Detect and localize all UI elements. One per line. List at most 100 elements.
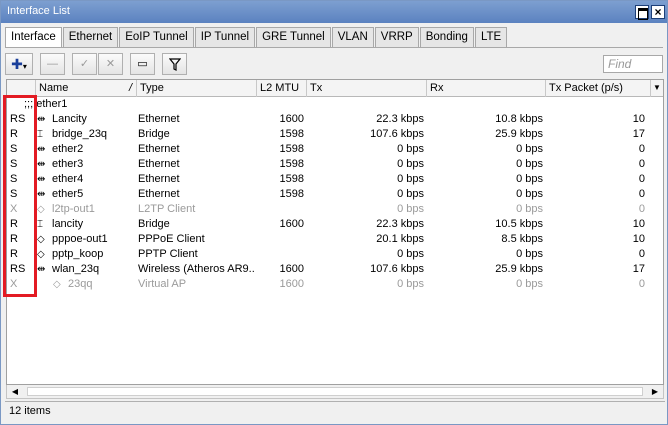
- row-rx: 0 bps: [516, 248, 543, 260]
- interface-icon: ◇: [37, 234, 45, 245]
- row-type: Virtual AP: [138, 278, 187, 290]
- column-header-l2mtu[interactable]: L2 MTU: [257, 80, 307, 97]
- row-l2mtu: [258, 232, 304, 247]
- enable-button[interactable]: ✓: [72, 53, 97, 75]
- filter-icon: [168, 58, 181, 71]
- tab-bonding[interactable]: Bonding: [419, 27, 474, 47]
- tab-lte[interactable]: LTE: [474, 27, 508, 47]
- flags-column-highlight: [3, 95, 37, 297]
- tab-gre-tunnel[interactable]: GRE Tunnel: [256, 27, 331, 47]
- close-icon[interactable]: ×: [651, 5, 665, 19]
- plus-icon: ✚: [11, 56, 23, 72]
- interface-icon: ⌶: [37, 219, 43, 230]
- row-l2mtu: 1598: [279, 188, 304, 200]
- row-tx-packet: 0: [638, 143, 645, 155]
- row-tx: 20.1 kbps: [376, 233, 424, 245]
- row-l2mtu: 1598: [279, 158, 304, 170]
- row-tx: 0 bps: [397, 203, 424, 215]
- row-name-label: pppoe-out1: [52, 233, 108, 245]
- interface-icon: ⇹: [37, 144, 46, 155]
- row-name-label: ether4: [52, 173, 84, 185]
- scroll-left-icon[interactable]: ◀: [9, 386, 21, 398]
- column-name-label: Name: [39, 82, 69, 94]
- row-l2mtu: 1600: [279, 113, 304, 125]
- interface-icon: ◇: [53, 279, 61, 290]
- interface-icon: ⇹: [37, 159, 46, 170]
- table-row[interactable]: S ⇹ ether5 Ethernet 1598 0 bps 0 bps 0: [7, 187, 663, 202]
- tab-eoip-tunnel[interactable]: EoIP Tunnel: [119, 27, 194, 47]
- row-tx: 107.6 kbps: [370, 128, 424, 140]
- window-title: Interface List: [7, 5, 70, 17]
- column-header-type[interactable]: Type: [137, 80, 257, 97]
- table-row[interactable]: RS ⇹ Lancity Ethernet 1600 22.3 kbps 10.8 kbps…: [7, 112, 663, 127]
- row-tx: 107.6 kbps: [370, 263, 424, 275]
- row-tx: 0 bps: [397, 278, 424, 290]
- row-rx: 0 bps: [516, 203, 543, 215]
- table-row[interactable]: R ⌶ bridge_23q Bridge 1598 107.6 kbps 25.9 kbp…: [7, 127, 663, 142]
- table-row[interactable]: S ⇹ ether4 Ethernet 1598 0 bps 0 bps 0: [7, 172, 663, 187]
- row-name: ⇹ ether4: [37, 172, 137, 187]
- row-rx: 0 bps: [516, 173, 543, 185]
- row-tx-packet: 0: [638, 248, 645, 260]
- row-name: ⇹ ether2: [37, 142, 137, 157]
- row-name-label: l2tp-out1: [52, 203, 95, 215]
- add-button[interactable]: ✚▾: [5, 53, 33, 75]
- row-rx: 25.9 kbps: [495, 128, 543, 140]
- column-header-tx[interactable]: Tx: [307, 80, 427, 97]
- tab-bar: Interface Ethernet EoIP Tunnel IP Tunnel GRE…: [5, 27, 508, 48]
- table-row[interactable]: X ◇ l2tp-out1 L2TP Client 0 bps 0 bps 0: [7, 202, 663, 217]
- comment-button[interactable]: ▭: [130, 53, 155, 75]
- row-tx: 22.3 kbps: [376, 113, 424, 125]
- row-tx: 0 bps: [397, 173, 424, 185]
- row-type: Ethernet: [138, 113, 180, 125]
- filter-button[interactable]: [162, 53, 187, 75]
- tab-ethernet[interactable]: Ethernet: [62, 27, 119, 47]
- table-row[interactable]: R ⌶ lancity Bridge 1600 22.3 kbps 10.5 kbps 10: [7, 217, 663, 232]
- row-name: ⇹ wlan_23q: [37, 262, 137, 277]
- tab-interface[interactable]: Interface: [5, 27, 62, 48]
- tab-vlan[interactable]: VLAN: [331, 27, 374, 47]
- row-tx-packet: 17: [632, 263, 645, 275]
- column-header-tx-packet[interactable]: Tx Packet (p/s): [546, 80, 651, 97]
- scroll-right-icon[interactable]: ▶: [649, 386, 661, 398]
- horizontal-scrollbar[interactable]: ◀ ▶: [6, 385, 664, 399]
- cross-icon: ✕: [105, 58, 116, 70]
- row-name-label: ether5: [52, 188, 84, 200]
- tab-vrrp[interactable]: VRRP: [374, 27, 419, 47]
- interface-icon: ⇹: [37, 114, 46, 125]
- row-name: ◇ 23qq: [37, 277, 137, 292]
- row-type: Ethernet: [138, 158, 180, 170]
- table-row[interactable]: RS ⇹ wlan_23q Wireless (Atheros AR9... 1600 1…: [7, 262, 663, 277]
- interface-icon: ⇹: [37, 264, 46, 275]
- row-rx: 0 bps: [516, 143, 543, 155]
- row-name-label: Lancity: [52, 113, 87, 125]
- table-row[interactable]: S ⇹ ether2 Ethernet 1598 0 bps 0 bps 0: [7, 142, 663, 157]
- row-name-label: 23qq: [68, 278, 93, 290]
- row-tx: 0 bps: [397, 143, 424, 155]
- remove-button[interactable]: —: [40, 53, 65, 75]
- table-row[interactable]: R ◇ pppoe-out1 PPPoE Client 20.1 kbps 8.5 kbp…: [7, 232, 663, 247]
- row-tx: 0 bps: [397, 158, 424, 170]
- item-count: 12 items: [9, 405, 51, 417]
- disable-button[interactable]: ✕: [98, 53, 123, 75]
- row-tx-packet: 0: [638, 278, 645, 290]
- find-input[interactable]: Find: [603, 55, 663, 73]
- column-header-rx[interactable]: Rx: [427, 80, 546, 97]
- row-l2mtu: [258, 247, 304, 262]
- tab-ip-tunnel[interactable]: IP Tunnel: [194, 27, 256, 47]
- interface-icon: ⌶: [37, 129, 43, 140]
- restore-icon[interactable]: [635, 5, 649, 20]
- scroll-thumb[interactable]: [27, 387, 643, 396]
- title-bar[interactable]: Interface List ×: [1, 1, 667, 23]
- table-row[interactable]: R ◇ pptp_koop PPTP Client 0 bps 0 bps 0: [7, 247, 663, 262]
- row-name: ⇹ ether5: [37, 187, 137, 202]
- table-row[interactable]: S ⇹ ether3 Ethernet 1598 0 bps 0 bps 0: [7, 157, 663, 172]
- column-chooser-icon[interactable]: ▼: [651, 80, 663, 96]
- column-header-name[interactable]: Name /: [36, 80, 137, 97]
- table-row[interactable]: X ◇ 23qq Virtual AP 1600 0 bps 0 bps 0: [7, 277, 663, 292]
- row-tx-packet: 10: [632, 218, 645, 230]
- group-comment-row[interactable]: ;;; ether1: [7, 97, 663, 112]
- row-tx-packet: 0: [638, 203, 645, 215]
- row-tx-packet: 0: [638, 173, 645, 185]
- check-icon: ✓: [79, 58, 90, 70]
